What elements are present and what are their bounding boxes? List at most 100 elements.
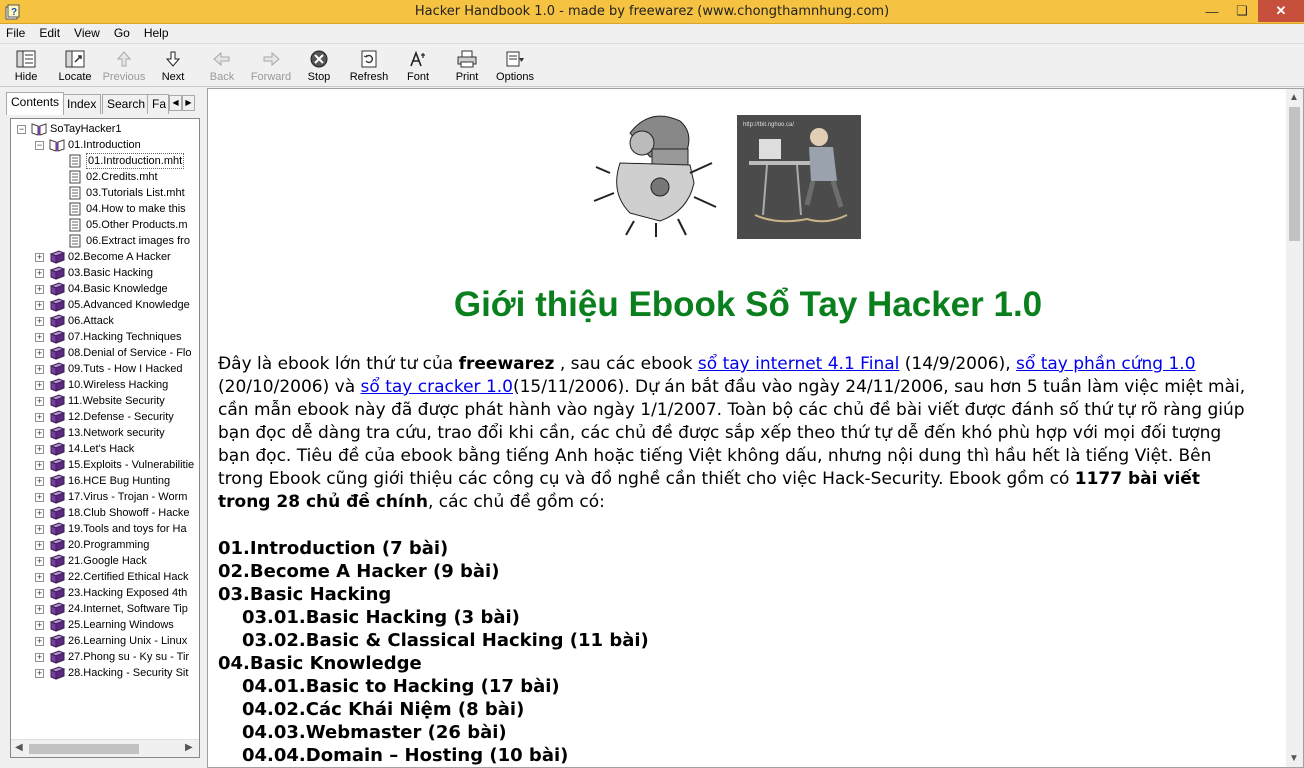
expand-icon[interactable]: + bbox=[35, 413, 44, 422]
scroll-up-icon[interactable]: ▲ bbox=[1289, 92, 1299, 103]
scroll-left-icon[interactable]: ◀ bbox=[15, 742, 23, 753]
maximize-button[interactable]: ❏ bbox=[1227, 0, 1257, 22]
tree-item-folder[interactable]: +17.Virus - Trojan - Worm bbox=[11, 489, 199, 505]
close-button[interactable]: ✕ bbox=[1258, 0, 1304, 22]
locate-button[interactable]: Locate bbox=[52, 49, 98, 87]
link-internet-handbook[interactable]: sổ tay internet 4.1 Final bbox=[698, 354, 899, 374]
refresh-button[interactable]: Refresh bbox=[346, 49, 392, 87]
tree-item-folder[interactable]: +12.Defense - Security bbox=[11, 409, 199, 425]
tree-item-folder[interactable]: +10.Wireless Hacking bbox=[11, 377, 199, 393]
tab-search[interactable]: Search bbox=[102, 94, 151, 114]
tree-item-folder[interactable]: +28.Hacking - Security Sit bbox=[11, 665, 199, 681]
expand-icon[interactable]: + bbox=[35, 397, 44, 406]
tab-index[interactable]: Index bbox=[62, 94, 102, 114]
tree-item-folder[interactable]: − 01.Introduction bbox=[11, 137, 199, 153]
expand-icon[interactable]: + bbox=[35, 445, 44, 454]
collapse-icon[interactable]: − bbox=[17, 125, 26, 134]
expand-icon[interactable]: + bbox=[35, 669, 44, 678]
tree-item-page[interactable]: 03.Tutorials List.mht bbox=[11, 185, 199, 201]
menu-go[interactable]: Go bbox=[114, 24, 130, 42]
expand-icon[interactable]: + bbox=[35, 573, 44, 582]
tree-item-folder[interactable]: +05.Advanced Knowledge bbox=[11, 297, 199, 313]
expand-icon[interactable]: + bbox=[35, 381, 44, 390]
scroll-down-icon[interactable]: ▼ bbox=[1289, 753, 1299, 764]
content-vertical-scrollbar[interactable]: ▲ ▼ bbox=[1286, 89, 1303, 767]
expand-icon[interactable]: + bbox=[35, 349, 44, 358]
tree-item-folder[interactable]: +21.Google Hack bbox=[11, 553, 199, 569]
menu-view[interactable]: View bbox=[74, 24, 100, 42]
tree-item-folder[interactable]: +11.Website Security bbox=[11, 393, 199, 409]
expand-icon[interactable]: + bbox=[35, 333, 44, 342]
tree-item-folder[interactable]: +26.Learning Unix - Linux bbox=[11, 633, 199, 649]
tree-item-folder[interactable]: +09.Tuts - How I Hacked bbox=[11, 361, 199, 377]
link-cracker-handbook[interactable]: sổ tay cracker 1.0 bbox=[361, 377, 513, 397]
tab-contents[interactable]: Contents bbox=[6, 92, 65, 115]
tree-item-folder[interactable]: +15.Exploits - Vulnerabilitie bbox=[11, 457, 199, 473]
font-button[interactable]: Font bbox=[395, 49, 441, 87]
expand-icon[interactable]: + bbox=[35, 589, 44, 598]
expand-icon[interactable]: + bbox=[35, 525, 44, 534]
expand-icon[interactable]: + bbox=[35, 509, 44, 518]
tab-scroll-left-icon[interactable]: ◀ bbox=[169, 95, 182, 111]
expand-icon[interactable]: + bbox=[35, 621, 44, 630]
expand-icon[interactable]: + bbox=[35, 493, 44, 502]
tree-item-root[interactable]: − SoTayHacker1 bbox=[11, 121, 199, 137]
stop-button[interactable]: Stop bbox=[296, 49, 342, 87]
expand-icon[interactable]: + bbox=[35, 317, 44, 326]
tree-item-folder[interactable]: +20.Programming bbox=[11, 537, 199, 553]
title-bar[interactable]: ? Hacker Handbook 1.0 - made by freeware… bbox=[0, 0, 1304, 24]
expand-icon[interactable]: + bbox=[35, 285, 44, 294]
scroll-right-icon[interactable]: ▶ bbox=[185, 742, 193, 753]
tab-scroll-right-icon[interactable]: ▶ bbox=[182, 95, 195, 111]
tree-item-page[interactable]: 01.Introduction.mht bbox=[11, 153, 199, 169]
tab-favorites[interactable]: Fa bbox=[147, 94, 169, 114]
options-button[interactable]: Options bbox=[492, 49, 538, 87]
tree-item-folder[interactable]: +03.Basic Hacking bbox=[11, 265, 199, 281]
tree-item-folder[interactable]: +08.Denial of Service - Flo bbox=[11, 345, 199, 361]
hide-button[interactable]: Hide bbox=[3, 49, 49, 87]
tree-item-folder[interactable]: +27.Phong su - Ky su - Tir bbox=[11, 649, 199, 665]
expand-icon[interactable]: + bbox=[35, 637, 44, 646]
tree-horizontal-scrollbar[interactable]: ◀ ▶ bbox=[11, 739, 199, 757]
expand-icon[interactable]: + bbox=[35, 461, 44, 470]
tree-item-folder[interactable]: +04.Basic Knowledge bbox=[11, 281, 199, 297]
back-button[interactable]: Back bbox=[199, 49, 245, 87]
expand-icon[interactable]: + bbox=[35, 653, 44, 662]
collapse-icon[interactable]: − bbox=[35, 141, 44, 150]
tree-item-folder[interactable]: +14.Let's Hack bbox=[11, 441, 199, 457]
expand-icon[interactable]: + bbox=[35, 301, 44, 310]
print-button[interactable]: Print bbox=[444, 49, 490, 87]
tree-item-folder[interactable]: +19.Tools and toys for Ha bbox=[11, 521, 199, 537]
next-button[interactable]: Next bbox=[150, 49, 196, 87]
previous-button[interactable]: Previous bbox=[101, 49, 147, 87]
expand-icon[interactable]: + bbox=[35, 269, 44, 278]
minimize-button[interactable]: — bbox=[1197, 0, 1227, 22]
tree-item-folder[interactable]: +23.Hacking Exposed 4th bbox=[11, 585, 199, 601]
tree-item-folder[interactable]: +16.HCE Bug Hunting bbox=[11, 473, 199, 489]
tree-item-folder[interactable]: +25.Learning Windows bbox=[11, 617, 199, 633]
tree-item-folder[interactable]: +06.Attack bbox=[11, 313, 199, 329]
tree-item-folder[interactable]: +07.Hacking Techniques bbox=[11, 329, 199, 345]
expand-icon[interactable]: + bbox=[35, 365, 44, 374]
expand-icon[interactable]: + bbox=[35, 429, 44, 438]
expand-icon[interactable]: + bbox=[35, 253, 44, 262]
tree-item-folder[interactable]: +18.Club Showoff - Hacke bbox=[11, 505, 199, 521]
tree-scroll-thumb[interactable] bbox=[29, 744, 139, 754]
menu-help[interactable]: Help bbox=[144, 24, 169, 42]
expand-icon[interactable]: + bbox=[35, 541, 44, 550]
content-scroll-thumb[interactable] bbox=[1289, 107, 1300, 241]
tree-item-folder[interactable]: +22.Certified Ethical Hack bbox=[11, 569, 199, 585]
link-hardware-handbook[interactable]: sổ tay phần cứng 1.0 bbox=[1016, 354, 1196, 374]
menu-file[interactable]: File bbox=[6, 24, 25, 42]
tree-item-folder[interactable]: +24.Internet, Software Tip bbox=[11, 601, 199, 617]
tree-item-folder[interactable]: +02.Become A Hacker bbox=[11, 249, 199, 265]
expand-icon[interactable]: + bbox=[35, 477, 44, 486]
tree-item-page[interactable]: 04.How to make this bbox=[11, 201, 199, 217]
tree-item-page[interactable]: 02.Credits.mht bbox=[11, 169, 199, 185]
expand-icon[interactable]: + bbox=[35, 557, 44, 566]
forward-button[interactable]: Forward bbox=[248, 49, 294, 87]
expand-icon[interactable]: + bbox=[35, 605, 44, 614]
tree-item-page[interactable]: 06.Extract images fro bbox=[11, 233, 199, 249]
menu-edit[interactable]: Edit bbox=[39, 24, 60, 42]
tree-item-page[interactable]: 05.Other Products.m bbox=[11, 217, 199, 233]
